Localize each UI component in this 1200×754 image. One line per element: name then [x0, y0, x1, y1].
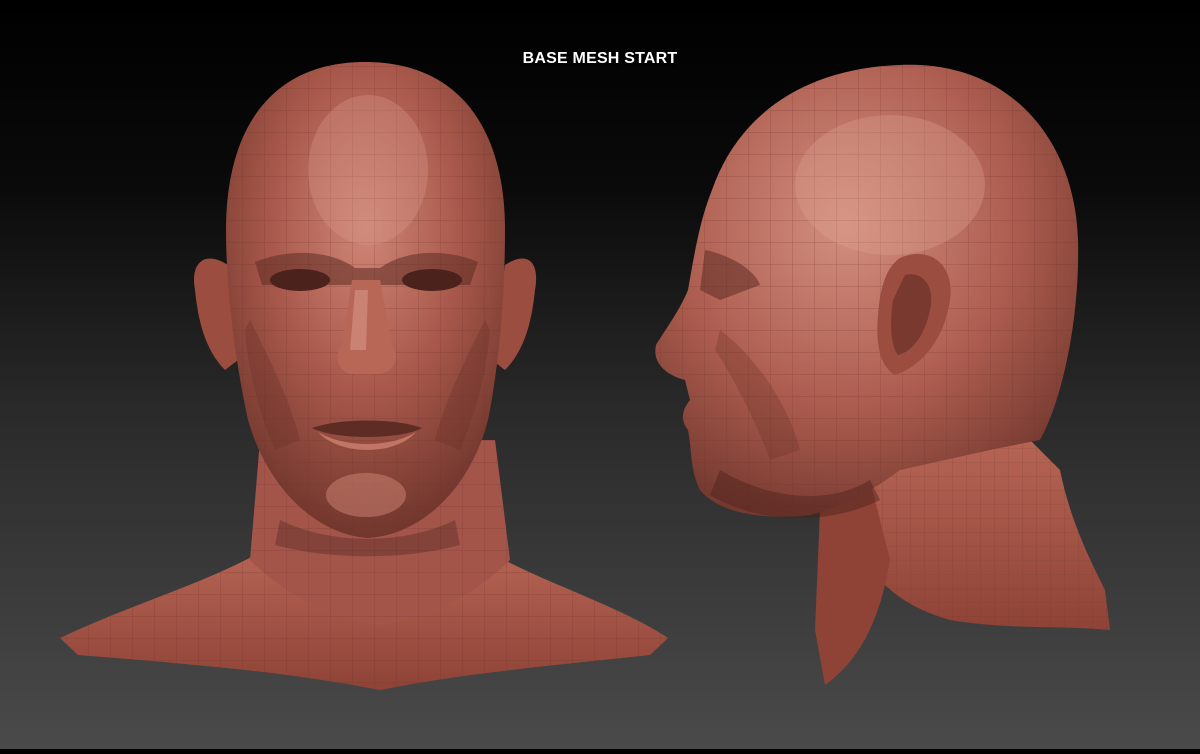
side-view-head [655, 64, 1110, 685]
render-canvas [60, 62, 1110, 690]
page-title: BASE MESH START [522, 50, 678, 67]
viewport: BASE MESH START [0, 0, 1200, 749]
front-right-eye [402, 269, 462, 291]
front-left-eye [270, 269, 330, 291]
front-view-head [60, 62, 668, 690]
